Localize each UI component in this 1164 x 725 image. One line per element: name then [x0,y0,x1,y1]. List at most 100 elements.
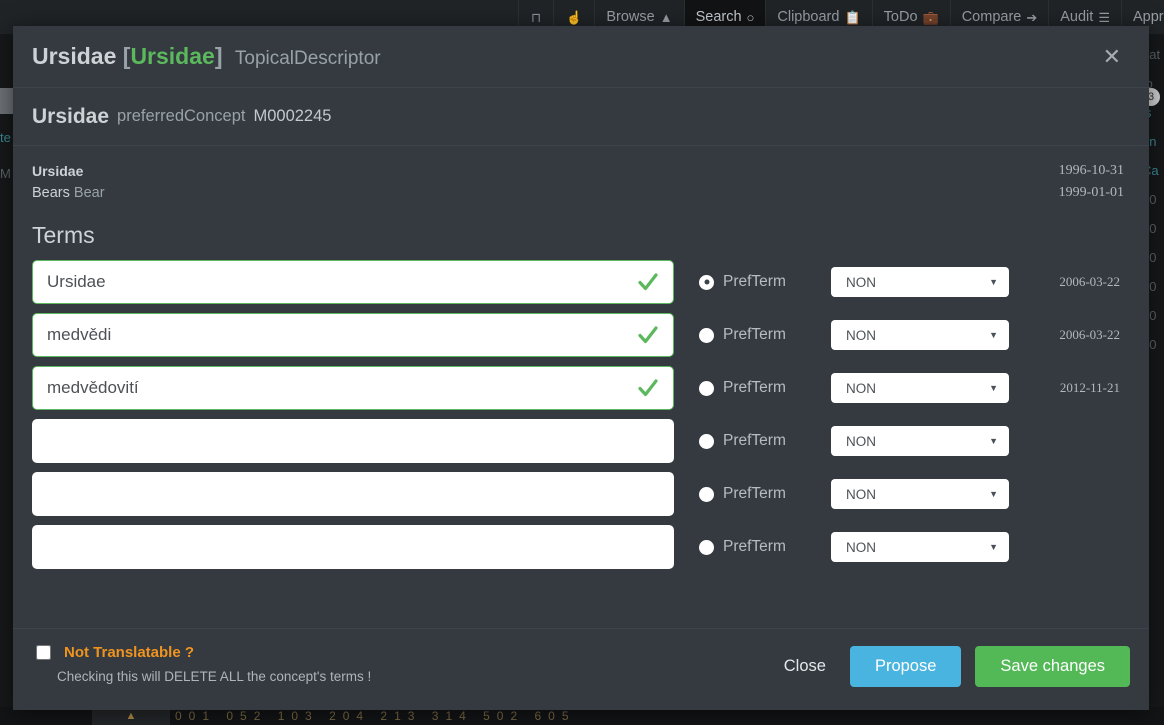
nav-item-search-label: Search [695,9,742,25]
lexical-type-select[interactable]: NONABBACREPOLABTRD [831,373,1009,403]
lexical-type-select-wrapper: NONABBACREPOLABTRD▼ [831,320,1009,350]
lexical-type-select[interactable]: NONABBACREPOLABTRD [831,320,1009,350]
pref-term-radio[interactable] [699,327,714,343]
descriptor-summary-left: Ursidae Bears Bear [32,160,105,204]
term-input-wrapper [32,472,674,516]
home-icon: ☝ [566,9,583,25]
nav-item-approve-label: Approve [1132,9,1164,25]
descriptor-summary: Ursidae Bears Bear 1996-10-31 1999-01-01 [32,160,1130,204]
pref-term-radio[interactable] [699,274,714,290]
nav-item-compare-label: Compare [961,9,1022,25]
lexical-type-select[interactable]: NONABBACREPOLABTRD [831,426,1009,456]
lexical-type-select-wrapper: NONABBACREPOLABTRD▼ [831,479,1009,509]
term-date: 2006-03-22 [1059,274,1120,289]
term-row: PrefTerm NONABBACREPOLABTRD▼ 2006-03-22 [32,260,1130,304]
lexical-type-select-wrapper: NONABBACREPOLABTRD▼ [831,532,1009,562]
nav-item-clipboard-label: Clipboard [777,9,840,25]
compare-icon: ➔ [1026,9,1038,25]
terms-list: PrefTermNONABBACREPOLABTRD▼2006-03-22Pre… [32,260,1130,569]
pref-term-label: PrefTerm [723,485,786,502]
tree-icon: ▲ [659,9,673,25]
lexical-type-select[interactable]: NONABBACREPOLABTRD [831,479,1009,509]
nav-item-browse-label: Browse [606,9,655,25]
term-row: PrefTerm NONABBACREPOLABTRD▼ 2012-11-21 [32,366,1130,410]
modal-footer: Not Translatable ? Checking this will DE… [13,628,1149,710]
not-translatable-warning: Checking this will DELETE ALL the concep… [57,669,372,684]
pref-term-label: PrefTerm [723,273,786,290]
modal-title-type: TopicalDescriptor [234,48,381,69]
arch-icon: ⊓ [531,9,542,25]
term-input[interactable] [32,525,674,569]
magnifier-icon: ○ [746,9,755,25]
pref-term-group: PrefTerm [699,273,831,291]
pref-term-group: PrefTerm [699,485,831,503]
nav-item-audit-label: Audit [1060,9,1094,25]
term-row: PrefTerm NONABBACREPOLABTRD▼ [32,525,1130,569]
nav-item-todo-label: ToDo [883,9,918,25]
footer-actions: Close Propose Save changes [774,642,1130,687]
terms-heading: Terms [32,222,95,248]
term-input-wrapper [32,313,674,357]
modal-title-code: Ursidae [130,43,215,69]
pref-term-group: PrefTerm [699,326,831,344]
clipboard-icon: 📋 [844,9,861,25]
lexical-type-select[interactable]: NONABBACREPOLABTRD [831,267,1009,297]
pref-term-radio[interactable] [699,486,714,502]
lexical-type-select-wrapper: NONABBACREPOLABTRD▼ [831,267,1009,297]
pref-term-group: PrefTerm [699,432,831,450]
modal-title-bracket-close: ] [214,43,223,69]
modal-title: Ursidae [Ursidae] TopicalDescriptor [32,43,381,70]
pref-term-radio[interactable] [699,380,714,396]
lexical-type-select-wrapper: NONABBACREPOLABTRD▼ [831,426,1009,456]
pref-term-label: PrefTerm [723,326,786,343]
not-translatable-checkbox[interactable] [36,645,51,660]
term-input[interactable] [32,313,674,357]
descriptor-term-primary: Bears [32,185,70,201]
term-row: PrefTerm NONABBACREPOLABTRD▼ [32,472,1130,516]
valid-check-icon [638,379,658,397]
term-input[interactable] [32,419,674,463]
pref-term-group: PrefTerm [699,538,831,556]
valid-check-icon [638,326,658,344]
term-input-wrapper [32,525,674,569]
term-input[interactable] [32,260,674,304]
term-input-wrapper [32,366,674,410]
descriptor-name: Ursidae [32,163,84,179]
list-icon: ☰ [1098,9,1110,25]
briefcase-icon: 💼 [922,9,939,25]
not-translatable-group: Not Translatable ? Checking this will DE… [32,642,371,684]
term-date: 2012-11-21 [1059,380,1120,395]
lexical-type-select[interactable]: NONABBACREPOLABTRD [831,532,1009,562]
term-input-wrapper [32,260,674,304]
descriptor-date-revised: 1999-01-01 [1058,185,1124,200]
modal-body: Ursidae Bears Bear 1996-10-31 1999-01-01… [13,146,1149,628]
valid-check-icon [638,273,658,291]
save-changes-button[interactable]: Save changes [975,646,1130,687]
background-scrollbar[interactable] [0,88,13,114]
concept-header: Ursidae preferredConcept M0002245 [13,88,1149,146]
term-input[interactable] [32,366,674,410]
close-icon[interactable]: ✕ [1097,42,1127,72]
pref-term-label: PrefTerm [723,432,786,449]
pref-term-radio[interactable] [699,539,714,555]
close-button[interactable]: Close [774,649,836,684]
term-row: PrefTerm NONABBACREPOLABTRD▼ [32,419,1130,463]
pref-term-group: PrefTerm [699,379,831,397]
pref-term-label: PrefTerm [723,379,786,396]
lexical-type-select-wrapper: NONABBACREPOLABTRD▼ [831,373,1009,403]
modal-title-name: Ursidae [32,43,117,69]
pref-term-label: PrefTerm [723,538,786,555]
not-translatable-label: Not Translatable ? [64,644,195,661]
not-translatable-row: Not Translatable ? [32,642,371,663]
concept-editor-modal: Ursidae [Ursidae] TopicalDescriptor ✕ Ur… [13,26,1149,710]
descriptor-date-created: 1996-10-31 [1058,163,1124,178]
term-input-wrapper [32,419,674,463]
modal-header: Ursidae [Ursidae] TopicalDescriptor ✕ [13,26,1149,88]
descriptor-term-secondary: Bear [73,185,105,201]
descriptor-terms: Bears Bear [32,182,105,204]
propose-button[interactable]: Propose [849,646,962,687]
term-input[interactable] [32,472,674,516]
concept-relation: preferredConcept [117,107,246,125]
pref-term-radio[interactable] [699,433,714,449]
concept-id: M0002245 [253,107,332,125]
